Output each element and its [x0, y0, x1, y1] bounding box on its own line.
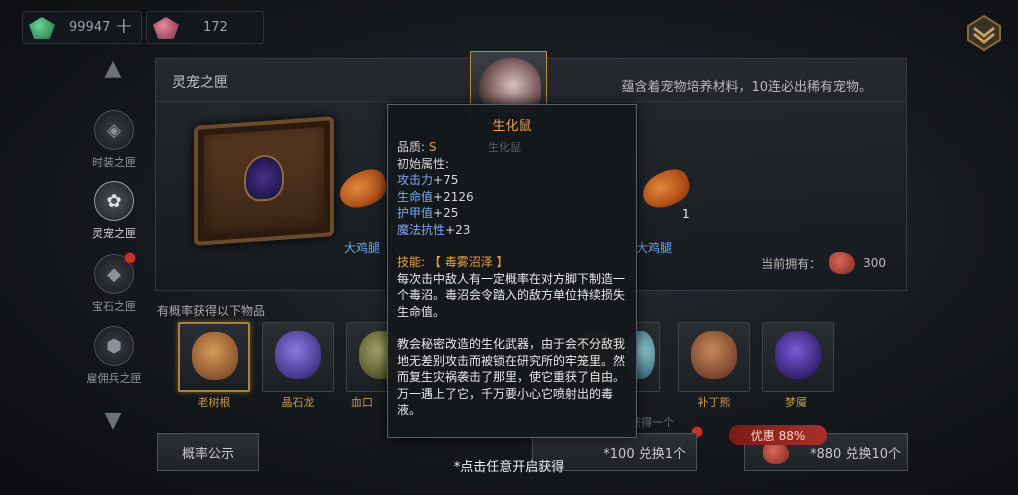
stat-name: 护甲值 [397, 206, 434, 220]
notification-dot [124, 252, 136, 264]
drop-card[interactable] [262, 322, 334, 392]
nav-item-label: 宝石之匣 [92, 300, 136, 313]
nav-item-label: 灵宠之匣 [92, 227, 136, 240]
stat-value: +23 [445, 222, 471, 237]
pet-portrait-icon [691, 331, 737, 379]
nav-item-label: 雇佣兵之匣 [86, 372, 142, 385]
discount-badge: 优惠 88% [729, 425, 827, 445]
nav-item-fashion[interactable]: ◈ 时装之匣 [84, 110, 144, 176]
add-currency-button[interactable]: + [115, 14, 133, 39]
reward-count: 1 [682, 207, 690, 221]
emblem-icon [967, 14, 1001, 52]
mercenary-icon: ⬢ [94, 326, 134, 366]
reward-slot-right[interactable] [634, 164, 714, 244]
stat-name: 魔法抗性 [397, 222, 446, 237]
drop-card[interactable] [678, 322, 750, 392]
owned-count-row: 当前拥有： 300 [761, 252, 886, 274]
jade-currency-bar: 99947 + [22, 11, 142, 44]
pet-name: 生化鼠 [492, 119, 532, 134]
pet-subname: 生化鼠 [488, 141, 521, 154]
nav-item-label: 时装之匣 [92, 156, 136, 169]
nav-up-arrow-icon[interactable]: ▲ [100, 56, 126, 82]
quality-value: S [428, 140, 437, 154]
drumstick-icon [637, 164, 695, 214]
ruby-amount: 172 [203, 20, 228, 35]
reward-label-left: 大鸡腿 [344, 241, 381, 255]
stat-row: 攻击力+75 [397, 172, 627, 189]
owned-value: 300 [863, 256, 886, 270]
drops-title: 有概率获得以下物品 [157, 304, 266, 318]
paw-icon: ✿ [94, 181, 134, 221]
nav-item-mercenary[interactable]: ⬢ 雇佣兵之匣 [84, 326, 144, 392]
stat-row: 魔法抗性+23 [397, 222, 627, 239]
pet-lore: 教会秘密改造的生化武器，由于会不分敌我地无差别攻击而被锁在研究所的牢笼里。然而复… [397, 337, 626, 417]
close-button[interactable] [964, 14, 1004, 52]
pet-portrait-icon [192, 332, 238, 380]
skill-name: 【 毒雾沼泽 】 [428, 255, 509, 269]
stat-value: +25 [433, 206, 459, 220]
pet-portrait-icon [275, 331, 321, 379]
treasure-chest-image[interactable] [194, 116, 334, 246]
drop-card[interactable] [762, 322, 834, 392]
stat-value: +2126 [433, 189, 474, 204]
nav-item-gem[interactable]: ◆ 宝石之匣 [84, 254, 144, 320]
chest-lock-icon [244, 153, 284, 203]
stat-name: 攻击力 [397, 173, 434, 187]
base-attr-label: 初始属性: [397, 156, 450, 171]
quality-label: 品质: [397, 140, 426, 154]
stat-value: +75 [433, 173, 459, 187]
owned-label: 当前拥有： [761, 256, 822, 271]
green-gem-icon [29, 17, 55, 39]
nav-down-arrow-icon[interactable]: ▼ [100, 408, 126, 434]
tap-to-open-hint: *点击任意开启获得 [453, 460, 565, 475]
stat-name: 生命值 [397, 189, 434, 204]
mask-icon: ◈ [94, 110, 134, 150]
drop-card-label: 补丁熊 [697, 396, 731, 409]
drumstick-icon [334, 164, 392, 214]
skill-row: 技能: 【 毒雾沼泽 】 [397, 254, 627, 271]
skill-description: 每次击中敌人有一定概率在对方脚下制造一个毒沼。毒沼会令踏入的敌方单位持续损失生命… [397, 271, 626, 319]
jade-amount: 99947 [69, 20, 111, 35]
skill-label: 技能: [397, 255, 426, 269]
nav-item-pet[interactable]: ✿ 灵宠之匣 [84, 181, 144, 247]
panel-title: 灵宠之匣 [172, 75, 228, 91]
ruby-currency-bar: 172 [146, 11, 264, 44]
stat-row: 生命值+2126 [397, 189, 627, 206]
drop-card-label: 老树根 [197, 396, 231, 409]
drop-card[interactable] [178, 322, 250, 392]
pet-portrait-icon [775, 331, 821, 379]
stat-row: 护甲值+25 [397, 205, 627, 222]
drop-card-label: 梦魇 [785, 396, 807, 409]
reward-label-right: 大鸡腿 [636, 241, 673, 255]
panel-description: 蕴含着宠物培养材料，10连必出稀有宠物。 [621, 80, 872, 95]
red-gem-icon [153, 17, 179, 39]
meat-icon [829, 252, 856, 274]
